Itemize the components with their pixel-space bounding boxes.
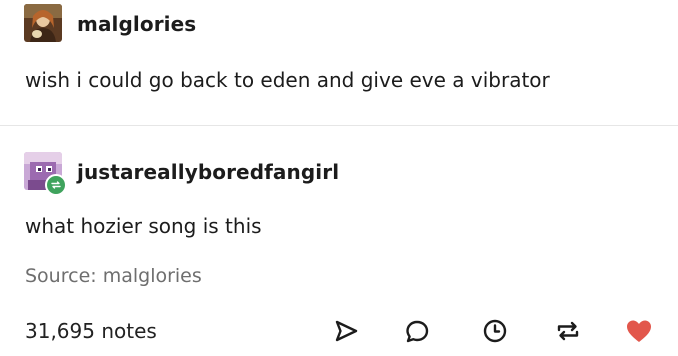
reblog-entry-original: malglories wish i could go back to eden … [0, 0, 678, 126]
queue-button[interactable] [480, 316, 510, 346]
reply-button[interactable] [402, 316, 432, 346]
reblog-button[interactable] [553, 316, 583, 346]
post-footer: 31,695 notes [0, 306, 678, 356]
like-button[interactable] [624, 316, 654, 346]
heart-icon [627, 320, 651, 342]
share-icon [335, 320, 358, 342]
source-link[interactable]: Source: malglories [25, 265, 202, 287]
reblog-badge-icon [45, 174, 67, 196]
username-reply[interactable]: justareallyboredfangirl [77, 160, 339, 184]
reply-icon [406, 320, 429, 343]
tumblr-post: malglories wish i could go back to eden … [0, 0, 678, 356]
reblog-icon [557, 321, 579, 341]
notes-count[interactable]: 31,695 notes [25, 319, 157, 343]
post-text-reply: what hozier song is this [25, 214, 262, 238]
reblog-entry-reply: justareallyboredfangirl what hozier song… [0, 126, 678, 306]
username-original[interactable]: malglories [77, 12, 196, 36]
post-text-original: wish i could go back to eden and give ev… [25, 68, 550, 92]
queue-clock-icon [483, 319, 507, 343]
avatar-malglories[interactable] [24, 4, 62, 42]
share-button[interactable] [331, 316, 361, 346]
avatar-image-malglories [24, 4, 62, 42]
